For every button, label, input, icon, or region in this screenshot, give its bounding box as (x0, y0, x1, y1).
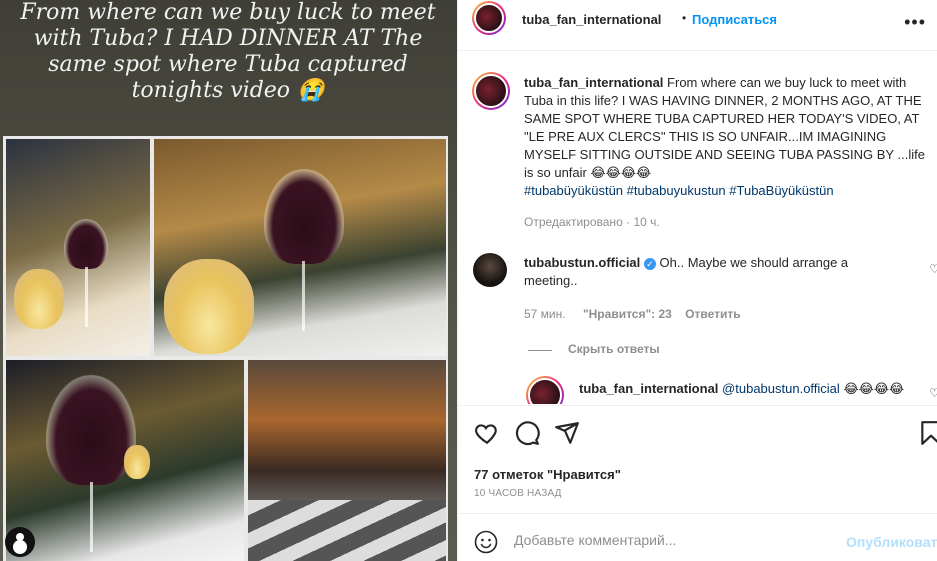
share-send-icon[interactable] (554, 420, 580, 446)
header-username[interactable]: tuba_fan_international (522, 12, 661, 27)
reply: tuba_fan_international @tubabustun.offic… (579, 380, 919, 398)
post-comment-button[interactable]: Опубликовать (846, 534, 937, 550)
hide-replies-button[interactable]: Скрыть ответы (568, 342, 660, 356)
reply-button[interactable]: Ответить (685, 307, 740, 321)
collage-photo-restaurant (248, 360, 446, 561)
comment-time[interactable]: 57 мин. (524, 307, 566, 321)
post-header: tuba_fan_international • Подписаться ••• (458, 0, 937, 51)
comment-meta: 57 мин. "Нравится": 23 Ответить (524, 307, 741, 321)
reply-text: 😂😂😂😂 (843, 381, 905, 396)
verified-badge-icon: ✓ (643, 257, 656, 270)
author-avatar[interactable] (472, 1, 506, 35)
comment-input[interactable] (514, 528, 834, 552)
edited-label: Отредактировано (524, 215, 623, 229)
more-dots-icon[interactable]: ••• (904, 12, 926, 33)
caption-text: From where can we buy luck to meet with … (524, 75, 925, 180)
save-bookmark-icon[interactable] (918, 420, 937, 446)
tagged-users-icon[interactable] (5, 527, 35, 557)
reply-avatar[interactable] (526, 376, 564, 404)
follow-button[interactable]: Подписаться (692, 12, 777, 27)
comment-avatar[interactable] (473, 253, 507, 287)
add-comment-bar: Опубликовать (458, 513, 937, 561)
collage-photo-street-night (6, 139, 150, 356)
caption: tuba_fan_international From where can we… (524, 74, 934, 182)
reply-username[interactable]: tuba_fan_international (579, 381, 718, 396)
photo-collage (3, 136, 448, 561)
caption-meta: Отредактировано · 10 ч. (524, 215, 660, 229)
post-side-panel: tuba_fan_international • Подписаться •••… (457, 0, 937, 561)
meta-separator: · (626, 215, 631, 229)
comment-bubble-icon[interactable] (514, 420, 540, 446)
like-heart-icon[interactable] (474, 420, 500, 446)
caption-time[interactable]: 10 ч. (633, 215, 659, 229)
collage-photo-table (6, 360, 244, 561)
likes-count[interactable]: 77 отметок "Нравится" (474, 467, 621, 482)
comment: tubabustun.official ✓ Oh.. Maybe we shou… (524, 254, 904, 290)
caption-username[interactable]: tuba_fan_international (524, 75, 663, 90)
collage-photo-wine-glass (154, 139, 446, 356)
post-actions: 77 отметок "Нравится" 10 ЧАСОВ НАЗАД (458, 405, 937, 513)
caption-hashtags[interactable]: #tubabüyüküstün #tubabuyukustun #TubaBüy… (524, 182, 934, 200)
comment-like-icon[interactable]: ♡ (929, 262, 937, 276)
comments-section: tuba_fan_international From where can we… (458, 52, 937, 404)
post-media: From where can we buy luck to meet with … (0, 0, 457, 561)
reply-like-icon[interactable]: ♡ (929, 386, 937, 400)
comment-likes[interactable]: "Нравится": 23 (583, 307, 672, 321)
emoji-icon[interactable] (474, 530, 498, 554)
reply-mention[interactable]: @tubabustun.official (722, 381, 840, 396)
header-separator: • (682, 11, 687, 25)
story-overlay-text: From where can we buy luck to meet with … (20, 0, 436, 103)
caption-avatar[interactable] (472, 72, 510, 110)
posted-time[interactable]: 10 ЧАСОВ НАЗАД (474, 488, 562, 499)
hide-replies-divider (528, 350, 552, 351)
comment-username[interactable]: tubabustun.official (524, 255, 640, 270)
